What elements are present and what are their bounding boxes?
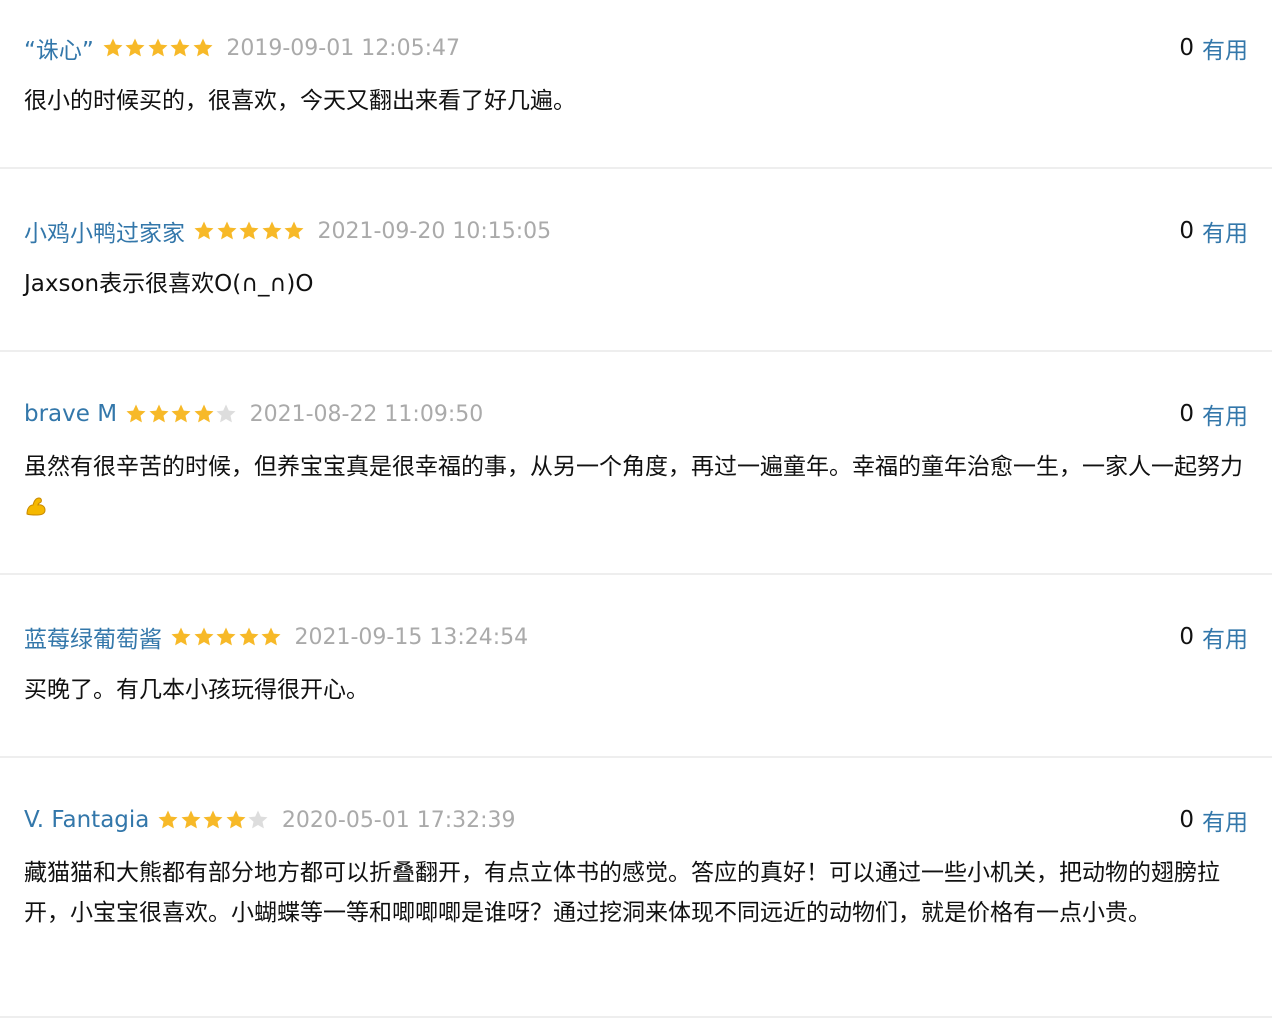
star-icon bbox=[215, 626, 237, 648]
star-icon bbox=[124, 37, 146, 59]
comment-text: 藏猫猫和大熊都有部分地方都可以折叠翻开，有点立体书的感觉。答应的真好！可以通过一… bbox=[24, 853, 1248, 933]
comment-time: 2021-09-20 10:15:05 bbox=[317, 218, 552, 244]
vote-area: 0 有用 bbox=[1179, 802, 1248, 838]
comment-user-link[interactable]: “诛心” bbox=[24, 31, 94, 65]
comment-text-body: 虽然有很辛苦的时候，但养宝宝真是很幸福的事，从另一个角度，再过一遍童年。幸福的童… bbox=[24, 454, 1243, 480]
star-icon bbox=[215, 403, 237, 425]
comment-divider bbox=[0, 167, 1272, 169]
star-icon bbox=[261, 220, 283, 242]
rating-stars bbox=[157, 809, 270, 831]
comment-meta: 蓝莓绿葡萄酱 2021-09-15 13:24:54 0 有用 bbox=[24, 619, 1248, 655]
comment-text: 很小的时候买的，很喜欢，今天又翻出来看了好几遍。 bbox=[24, 81, 1248, 121]
star-icon bbox=[238, 626, 260, 648]
comment-user-link[interactable]: 小鸡小鸭过家家 bbox=[24, 214, 185, 248]
vote-count: 0 bbox=[1179, 401, 1194, 427]
comment-time: 2021-08-22 11:09:50 bbox=[249, 401, 484, 427]
comment-divider bbox=[0, 1016, 1272, 1018]
star-icon bbox=[193, 403, 215, 425]
star-icon bbox=[202, 809, 224, 831]
comment-user-link[interactable]: 蓝莓绿葡萄酱 bbox=[24, 620, 162, 654]
star-icon bbox=[180, 809, 202, 831]
comment-meta: 小鸡小鸭过家家 2021-09-20 10:15:05 0 有用 bbox=[24, 213, 1248, 249]
comment-item: “诛心” 2019-09-01 12:05:47 0 有用 很小的时候买的，很喜… bbox=[0, 30, 1272, 169]
vote-count: 0 bbox=[1179, 624, 1194, 650]
comment-time: 2020-05-01 17:32:39 bbox=[281, 807, 516, 833]
comment-text: 虽然有很辛苦的时候，但养宝宝真是很幸福的事，从另一个角度，再过一遍童年。幸福的童… bbox=[24, 447, 1248, 527]
comment-item: 蓝莓绿葡萄酱 2021-09-15 13:24:54 0 有用 买晚了。有几本小… bbox=[0, 619, 1272, 758]
comment-text-body: Jaxson表示很喜欢O(∩_∩)O bbox=[24, 271, 314, 297]
comment-divider bbox=[0, 350, 1272, 352]
comment-item: 小鸡小鸭过家家 2021-09-20 10:15:05 0 有用 Jaxson表… bbox=[0, 213, 1272, 352]
star-icon bbox=[169, 37, 191, 59]
vote-area: 0 有用 bbox=[1179, 213, 1248, 249]
comment-divider bbox=[0, 756, 1272, 758]
star-icon bbox=[216, 220, 238, 242]
star-icon bbox=[147, 37, 169, 59]
star-icon bbox=[225, 809, 247, 831]
flexed-biceps-icon bbox=[24, 491, 48, 516]
vote-area: 0 有用 bbox=[1179, 30, 1248, 66]
useful-vote-link[interactable]: 有用 bbox=[1202, 214, 1248, 248]
comment-time: 2019-09-01 12:05:47 bbox=[226, 35, 460, 61]
star-icon bbox=[170, 626, 192, 648]
rating-stars bbox=[102, 37, 215, 59]
star-icon bbox=[238, 220, 260, 242]
comment-text-body: 藏猫猫和大熊都有部分地方都可以折叠翻开，有点立体书的感觉。答应的真好！可以通过一… bbox=[24, 860, 1220, 926]
star-icon bbox=[193, 626, 215, 648]
comment-list: “诛心” 2019-09-01 12:05:47 0 有用 很小的时候买的，很喜… bbox=[0, 0, 1284, 1020]
comment-time: 2021-09-15 13:24:54 bbox=[294, 624, 529, 650]
vote-count: 0 bbox=[1179, 807, 1194, 833]
comment-meta: “诛心” 2019-09-01 12:05:47 0 有用 bbox=[24, 30, 1248, 66]
star-icon bbox=[193, 220, 215, 242]
useful-vote-link[interactable]: 有用 bbox=[1202, 397, 1248, 431]
comment-divider bbox=[0, 573, 1272, 575]
vote-area: 0 有用 bbox=[1179, 396, 1248, 432]
star-icon bbox=[260, 626, 282, 648]
vote-count: 0 bbox=[1179, 35, 1194, 61]
star-icon bbox=[148, 403, 170, 425]
star-icon bbox=[125, 403, 147, 425]
comment-text-body: 很小的时候买的，很喜欢，今天又翻出来看了好几遍。 bbox=[24, 88, 576, 114]
comment-user-link[interactable]: V. Fantagia bbox=[24, 807, 149, 833]
useful-vote-link[interactable]: 有用 bbox=[1202, 620, 1248, 654]
useful-vote-link[interactable]: 有用 bbox=[1202, 31, 1248, 65]
comment-item: brave M 2021-08-22 11:09:50 0 有用 虽然有很辛苦的… bbox=[0, 396, 1272, 575]
star-icon bbox=[283, 220, 305, 242]
rating-stars bbox=[193, 220, 306, 242]
comment-text: 买晚了。有几本小孩玩得很开心。 bbox=[24, 670, 1248, 710]
vote-area: 0 有用 bbox=[1179, 619, 1248, 655]
star-icon bbox=[102, 37, 124, 59]
rating-stars bbox=[170, 626, 283, 648]
comment-meta: V. Fantagia 2020-05-01 17:32:39 0 有用 bbox=[24, 802, 1248, 838]
comment-item: V. Fantagia 2020-05-01 17:32:39 0 有用 藏猫猫… bbox=[0, 802, 1272, 1018]
star-icon bbox=[170, 403, 192, 425]
star-icon bbox=[192, 37, 214, 59]
star-icon bbox=[157, 809, 179, 831]
comment-text-body: 买晚了。有几本小孩玩得很开心。 bbox=[24, 677, 369, 703]
rating-stars bbox=[125, 403, 238, 425]
comment-text: Jaxson表示很喜欢O(∩_∩)O bbox=[24, 264, 1248, 304]
vote-count: 0 bbox=[1179, 218, 1194, 244]
comment-meta: brave M 2021-08-22 11:09:50 0 有用 bbox=[24, 396, 1248, 432]
useful-vote-link[interactable]: 有用 bbox=[1202, 803, 1248, 837]
comment-user-link[interactable]: brave M bbox=[24, 401, 117, 427]
star-icon bbox=[247, 809, 269, 831]
